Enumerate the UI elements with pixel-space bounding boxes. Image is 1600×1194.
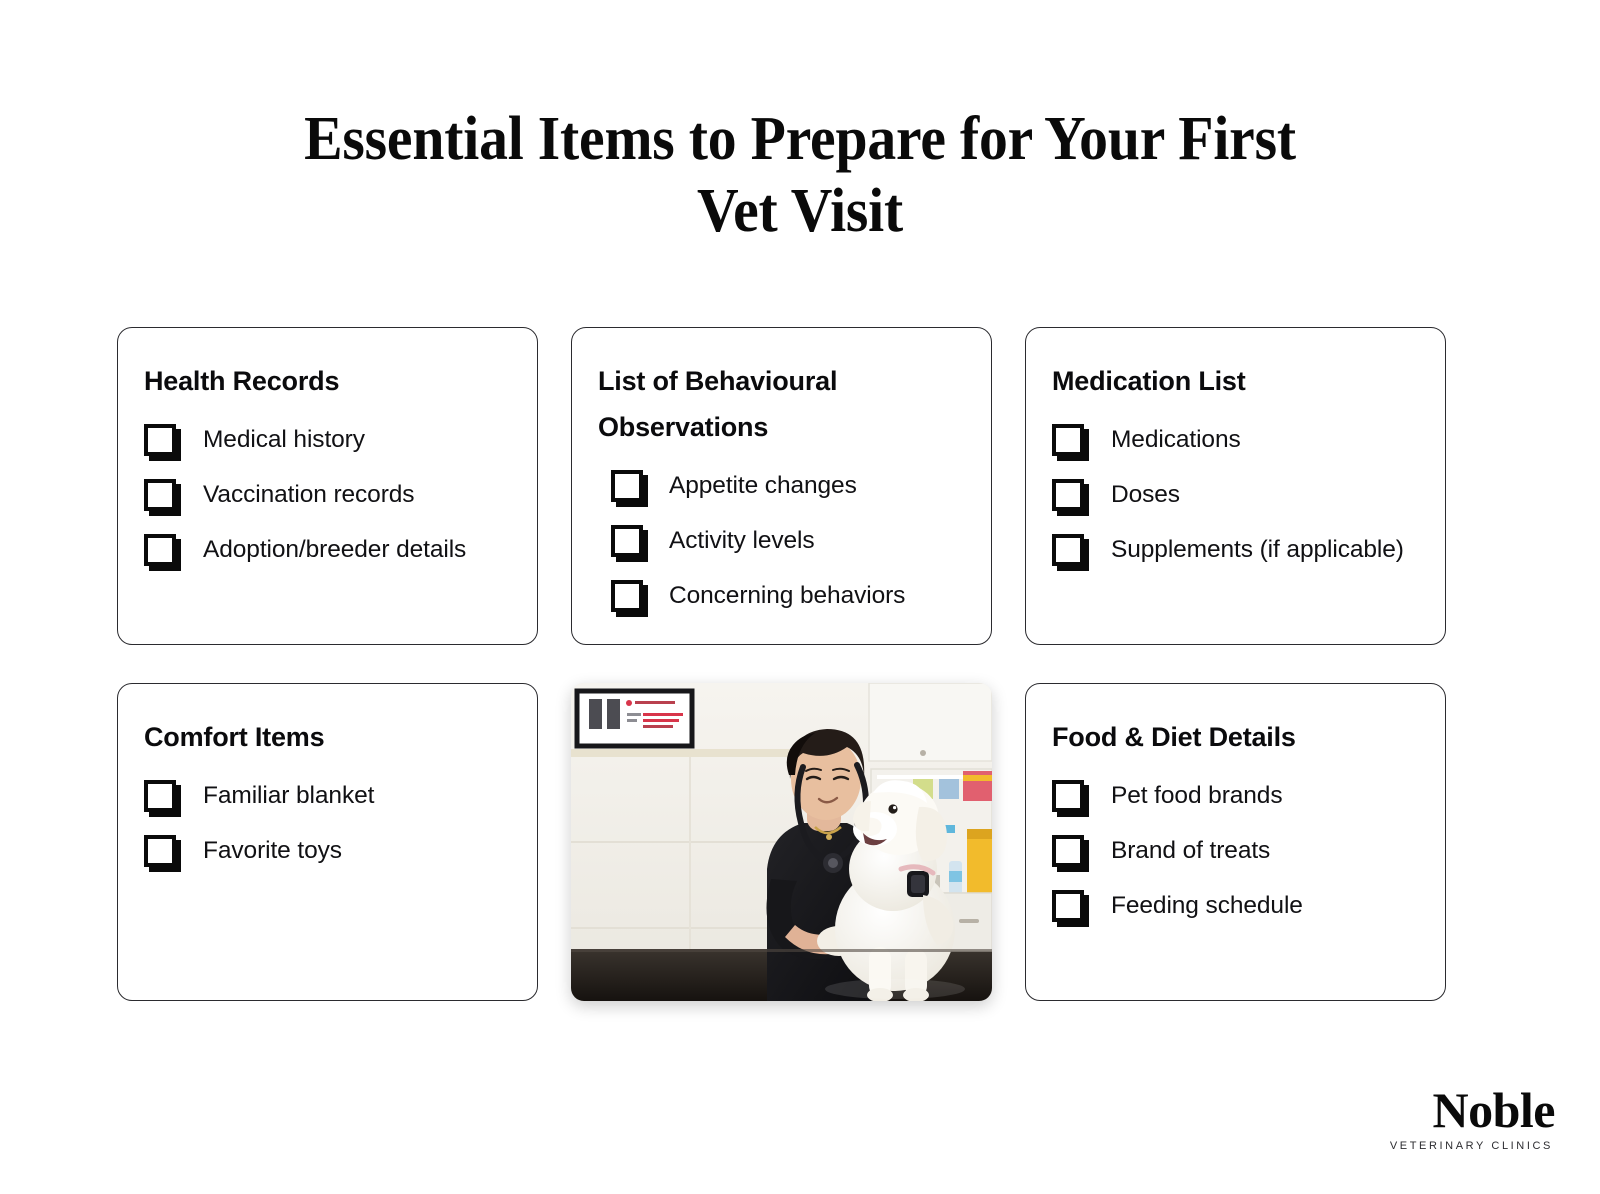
list-item-label: Appetite changes: [669, 472, 857, 500]
checklist-grid: Health Records Medical history Vaccinati…: [117, 327, 1455, 1001]
checkbox-icon[interactable]: [1052, 889, 1084, 922]
card-health-records: Health Records Medical history Vaccinati…: [117, 327, 538, 645]
card-title-line-1: List of Behavioural: [598, 366, 838, 396]
list-item[interactable]: Concerning behaviors: [598, 569, 965, 624]
card-comfort-items: Comfort Items Familiar blanket Favorite …: [117, 683, 538, 1001]
list-item[interactable]: Vaccination records: [144, 467, 511, 522]
list-item[interactable]: Familiar blanket: [144, 768, 511, 823]
card-title-behavioural-observations: List of Behavioural Observations: [598, 358, 965, 451]
checkbox-icon[interactable]: [144, 478, 176, 511]
list-item[interactable]: Favorite toys: [144, 823, 511, 878]
page-title-line-1: Essential Items to Prepare for Your Firs…: [304, 105, 1296, 173]
brand-logo-tagline: VETERINARY CLINICS: [1389, 1140, 1553, 1152]
card-behavioural-observations: List of Behavioural Observations Appetit…: [571, 327, 992, 645]
checkbox-icon[interactable]: [611, 470, 643, 503]
grid-row-top: Health Records Medical history Vaccinati…: [117, 327, 1455, 645]
checkbox-icon[interactable]: [611, 525, 643, 558]
card-title-food-diet-details: Food & Diet Details: [1052, 722, 1296, 752]
checkbox-icon[interactable]: [144, 779, 176, 812]
clinic-photo-illustration: [571, 683, 992, 1001]
checklist-health-records: Medical history Vaccination records Adop…: [144, 412, 511, 577]
brand-logo: Noble VETERINARY CLINICS: [1389, 1081, 1556, 1152]
checklist-food-diet-details: Pet food brands Brand of treats Feeding …: [1052, 768, 1419, 933]
brand-logo-wordmark: Noble: [1432, 1081, 1556, 1138]
card-title-health-records: Health Records: [144, 366, 340, 396]
card-title-line-2: Observations: [598, 412, 769, 443]
checkbox-icon[interactable]: [1052, 533, 1084, 566]
page-title-text: Essential Items to Prepare for Your Firs…: [56, 104, 1544, 248]
card-title-medication-list: Medication List: [1052, 366, 1246, 396]
list-item[interactable]: Medical history: [144, 412, 511, 467]
checkbox-icon[interactable]: [1052, 779, 1084, 812]
list-item-label: Familiar blanket: [203, 781, 375, 809]
list-item-label: Feeding schedule: [1111, 891, 1303, 919]
list-item-label: Brand of treats: [1111, 836, 1271, 864]
list-item[interactable]: Pet food brands: [1052, 768, 1419, 823]
checkbox-icon[interactable]: [1052, 834, 1084, 867]
list-item-label: Pet food brands: [1111, 781, 1283, 809]
checkbox-icon[interactable]: [144, 834, 176, 867]
list-item-label: Medications: [1111, 425, 1241, 453]
list-item[interactable]: Adoption/breeder details: [144, 522, 511, 577]
checkbox-icon[interactable]: [144, 423, 176, 456]
list-item[interactable]: Activity levels: [598, 514, 965, 569]
checkbox-icon[interactable]: [611, 580, 643, 613]
checkbox-icon[interactable]: [1052, 423, 1084, 456]
card-title-comfort-items: Comfort Items: [144, 722, 325, 752]
list-item-label: Doses: [1111, 480, 1180, 508]
list-item[interactable]: Appetite changes: [598, 459, 965, 514]
list-item-label: Supplements (if applicable): [1111, 535, 1404, 563]
checklist-medication-list: Medications Doses Supplements (if applic…: [1052, 412, 1419, 577]
list-item-label: Adoption/breeder details: [203, 535, 467, 563]
infographic-poster: Essential Items to Prepare for Your Firs…: [0, 0, 1600, 1194]
page-title-line-2: Vet Visit: [696, 176, 904, 245]
checklist-behavioural-observations: Appetite changes Activity levels Concern…: [598, 459, 965, 624]
grid-row-bottom: Comfort Items Familiar blanket Favorite …: [117, 683, 1455, 1001]
list-item[interactable]: Feeding schedule: [1052, 878, 1419, 933]
list-item-label: Concerning behaviors: [669, 582, 906, 610]
checklist-comfort-items: Familiar blanket Favorite toys: [144, 768, 511, 878]
list-item-label: Medical history: [203, 425, 365, 453]
list-item-label: Favorite toys: [203, 836, 342, 864]
list-item[interactable]: Brand of treats: [1052, 823, 1419, 878]
list-item[interactable]: Doses: [1052, 467, 1419, 522]
card-medication-list: Medication List Medications Doses Supple…: [1025, 327, 1446, 645]
checkbox-icon[interactable]: [144, 533, 176, 566]
list-item-label: Vaccination records: [203, 480, 415, 508]
list-item[interactable]: Medications: [1052, 412, 1419, 467]
clinic-photo: [571, 683, 992, 1001]
page-title: Essential Items to Prepare for Your Firs…: [0, 104, 1600, 248]
list-item[interactable]: Supplements (if applicable): [1052, 522, 1419, 577]
checkbox-icon[interactable]: [1052, 478, 1084, 511]
list-item-label: Activity levels: [669, 527, 815, 555]
card-food-diet-details: Food & Diet Details Pet food brands Bran…: [1025, 683, 1446, 1001]
